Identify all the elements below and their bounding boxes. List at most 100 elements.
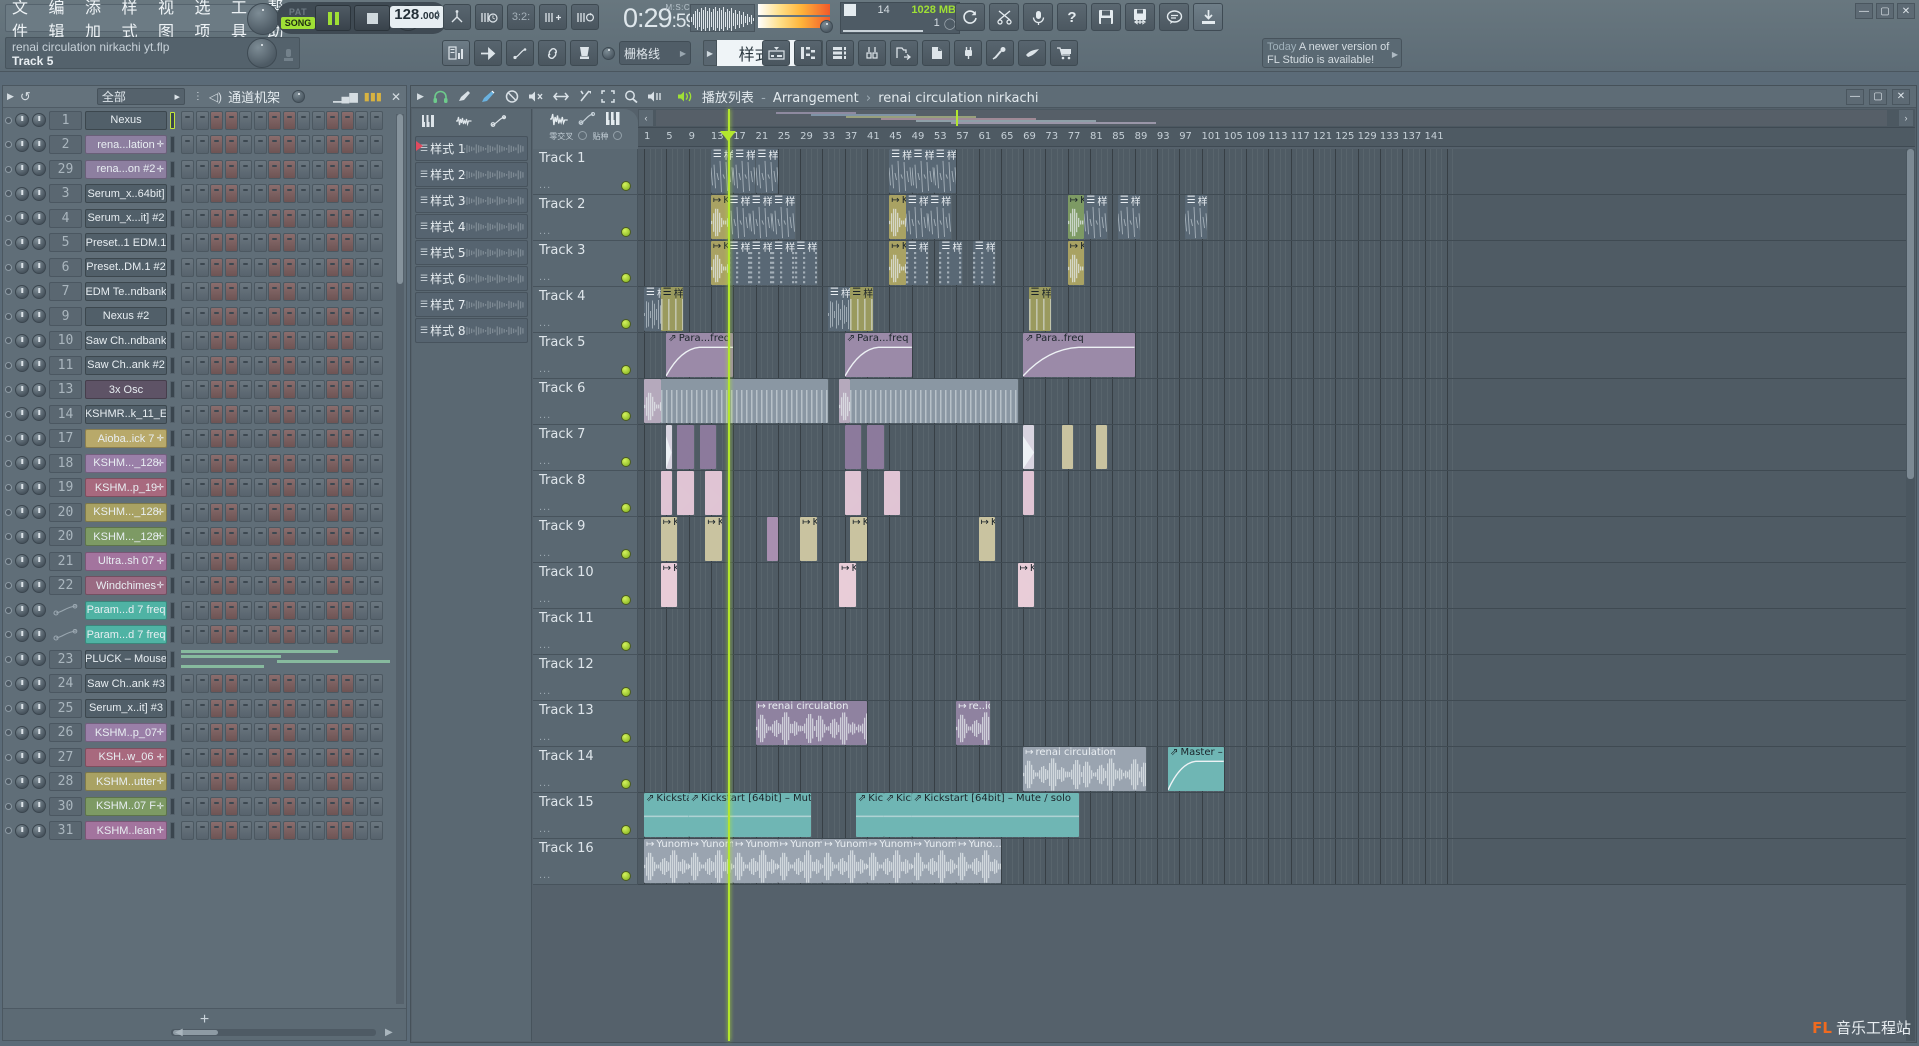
step-button[interactable] [224,723,238,743]
step-button[interactable] [282,135,296,155]
step-button[interactable] [268,355,281,375]
track-options-icon[interactable]: ... [539,317,551,329]
channel-number[interactable]: 9 [49,306,82,326]
step-button[interactable] [181,110,194,130]
channel-volume-knob[interactable] [32,725,46,740]
step-button[interactable] [282,674,296,694]
step-button[interactable] [282,821,296,841]
step-button[interactable] [210,698,223,718]
step-button[interactable] [210,502,223,522]
channel-volume-knob[interactable] [32,774,46,789]
playlist-clip[interactable] [666,425,672,469]
step-button[interactable] [224,306,238,326]
step-button[interactable] [355,551,368,571]
channel-mute-dot[interactable] [5,484,12,492]
step-button[interactable] [326,527,339,547]
stop-button[interactable] [354,5,390,31]
track-enable-led[interactable] [621,595,631,605]
step-button[interactable] [195,625,209,645]
step-button[interactable] [311,723,325,743]
pattern-list-item[interactable]: ☰ 样式 2 [415,162,528,187]
step-button[interactable] [297,331,310,351]
step-button[interactable] [355,380,368,400]
channel-row[interactable]: 2 rena...lation ✛ [3,133,406,158]
step-button[interactable] [326,306,339,326]
step-button[interactable] [311,747,325,767]
pattern-source-icon[interactable] [606,112,622,129]
step-button[interactable] [355,331,368,351]
step-button[interactable] [210,478,223,498]
step-button[interactable] [282,429,296,449]
channel-volume-knob[interactable] [32,211,46,226]
channel-select-led[interactable] [170,650,175,668]
channel-row[interactable]: Param...d 7 freq [3,598,406,623]
playlist-clip[interactable] [660,379,828,423]
channel-rack-knob[interactable] [292,90,306,103]
metronome-button[interactable] [475,4,503,30]
step-button[interactable] [282,796,296,816]
channel-row[interactable]: 10 Saw Ch..ndbank [3,329,406,354]
channel-select-led[interactable] [170,773,175,791]
channel-volume-knob[interactable] [32,480,46,495]
slice-tool-icon[interactable] [578,90,592,103]
step-button[interactable] [268,772,281,792]
channel-mute-dot[interactable] [5,459,12,467]
track-lane[interactable]: ☰样式 1☰样式 2☰样式 3☰样式 2☰样式 2 [638,287,1915,333]
step-button[interactable] [239,257,252,277]
step-button[interactable] [181,821,194,841]
step-button[interactable] [239,527,252,547]
step-button[interactable] [210,110,223,130]
step-button[interactable] [181,159,194,179]
playlist-clip[interactable]: ⇗ Para...freq [666,333,734,377]
channel-rack-scrollbar[interactable] [396,114,404,1004]
step-button[interactable] [297,551,310,571]
menu-item-edit[interactable]: 编辑 [49,0,75,42]
step-button[interactable] [355,600,368,620]
track-header[interactable]: Track 9... [533,517,638,563]
step-button[interactable] [224,747,238,767]
track-lane[interactable] [638,471,1915,517]
step-sequencer-row[interactable] [181,453,383,473]
step-button[interactable] [369,233,383,253]
step-button[interactable] [311,698,325,718]
track-options-icon[interactable]: ... [539,823,551,835]
channel-mute-dot[interactable] [5,557,12,565]
playlist-clip[interactable] [883,471,901,515]
channel-mute-dot[interactable] [5,214,12,222]
step-button[interactable] [224,502,238,522]
step-sequencer-row[interactable] [181,257,383,277]
step-sequencer-row[interactable] [181,674,383,694]
step-button[interactable] [195,429,209,449]
channel-pan-knob[interactable] [15,725,29,740]
mute-tool-icon[interactable] [528,90,544,103]
step-button[interactable] [239,772,252,792]
channel-name-button[interactable]: KSHM..utter ✛ [85,772,167,792]
channel-name-button[interactable]: Saw Ch..ank #2 [85,355,167,375]
channel-number[interactable]: 20 [49,502,82,522]
step-button[interactable] [224,135,238,155]
step-button[interactable] [326,282,339,302]
track-options-icon[interactable]: ... [539,455,551,467]
channel-select-led[interactable] [170,332,175,350]
step-button[interactable] [253,723,267,743]
step-button[interactable] [282,110,296,130]
step-button[interactable] [340,772,354,792]
step-sequencer-row[interactable] [181,551,383,571]
playlist-clip[interactable]: ↦YunomiRec01..ver Water 1 [777,839,823,883]
step-button[interactable] [282,698,296,718]
step-sequencer-row[interactable] [181,404,383,424]
step-button[interactable] [195,600,209,620]
step-button[interactable] [369,698,383,718]
step-button[interactable] [253,233,267,253]
step-button[interactable] [253,355,267,375]
channel-volume-knob[interactable] [32,701,46,716]
maximize-button[interactable]: ▢ [1876,3,1894,19]
step-button[interactable] [239,355,252,375]
step-button[interactable] [297,527,310,547]
step-button[interactable] [181,747,194,767]
step-button[interactable] [340,282,354,302]
channel-pan-knob[interactable] [15,137,29,152]
channel-name-button[interactable]: EDM Te..ndbank [85,282,167,302]
channel-mute-dot[interactable] [5,631,12,639]
step-button[interactable] [340,233,354,253]
